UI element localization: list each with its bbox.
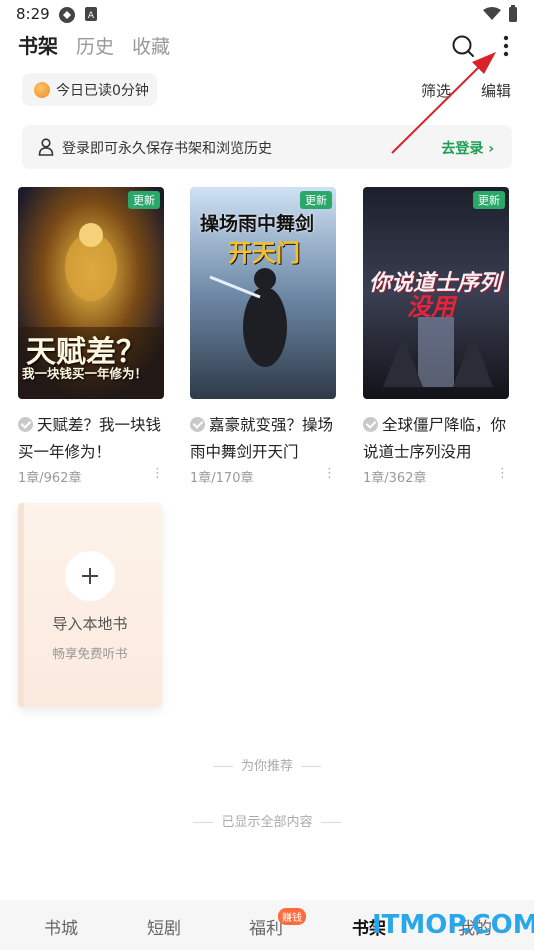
earn-badge: 赚钱 (278, 908, 306, 925)
end-label: 已显示全部内容 (221, 815, 313, 830)
today-reading-text: 今日已读0分钟 (56, 82, 149, 99)
filter-button[interactable]: 筛选 (421, 80, 451, 101)
check-icon (190, 417, 205, 432)
check-icon (363, 417, 378, 432)
book-title-text: 嘉豪就变强？操场雨中舞剑开天门 (190, 416, 334, 461)
book-spine (18, 503, 24, 707)
update-badge: 更新 (300, 191, 332, 209)
book-title[interactable]: 嘉豪就变强？操场雨中舞剑开天门 (190, 412, 336, 466)
more-options-icon[interactable]: ⋮ (496, 466, 509, 481)
book-cover[interactable]: 操场雨中舞剑 开天门 更新 (190, 187, 336, 399)
chevron-right-icon: › (488, 141, 494, 157)
login-button-label: 去登录 (441, 141, 484, 157)
update-badge: 更新 (128, 191, 160, 209)
cover-subtitle-text: 没用 (407, 293, 455, 321)
cover-title-text: 操场雨中舞剑 (200, 213, 315, 235)
search-icon[interactable] (451, 34, 475, 58)
book-title[interactable]: 天赋差？我一块钱买一年修为！ (18, 412, 164, 466)
book-title[interactable]: 全球僵尸降临，你说道士序列没用 (363, 412, 509, 466)
end-divider: 已显示全部内容 (0, 811, 534, 830)
check-icon (18, 417, 33, 432)
user-icon (38, 138, 54, 156)
more-options-icon[interactable]: ⋮ (151, 466, 164, 481)
nav-bookstore[interactable]: 书城 (44, 914, 78, 939)
book-card[interactable]: 你说道士序列 没用 更新 全球僵尸降临，你说道士序列没用 1章/362章 ⋮ (363, 187, 509, 486)
book-progress: 1章/362章 (363, 471, 427, 486)
recommend-label: 为你推荐 (240, 759, 293, 774)
notification-icon: A (85, 7, 97, 21)
more-options-icon[interactable]: ⋮ (323, 466, 336, 481)
book-title-text: 全球僵尸降临，你说道士序列没用 (363, 416, 507, 461)
add-icon[interactable] (65, 551, 115, 601)
battery-icon (509, 5, 517, 22)
more-vertical-icon[interactable] (500, 34, 512, 58)
svg-text:A: A (88, 11, 95, 21)
cover-subtitle-text: 我一块钱买一年修为！ (22, 366, 148, 381)
tab-bookshelf[interactable]: 书架 (18, 30, 58, 59)
edit-button[interactable]: 编辑 (481, 80, 511, 101)
wifi-icon (483, 7, 501, 20)
tab-favorites[interactable]: 收藏 (132, 32, 170, 59)
import-subtitle: 畅享免费听书 (52, 646, 128, 661)
cover-subtitle-text: 开天门 (228, 239, 300, 267)
book-progress: 1章/170章 (190, 471, 254, 486)
book-progress: 1章/962章 (18, 471, 82, 486)
login-button[interactable]: 去登录 › (441, 138, 494, 158)
app-status-icon (59, 7, 75, 23)
status-time: 8:29 (16, 5, 50, 23)
book-title-text: 天赋差？我一块钱买一年修为！ (18, 416, 162, 461)
book-cover[interactable]: 你说道士序列 没用 更新 (363, 187, 509, 399)
recommend-divider: 为你推荐 (0, 755, 534, 774)
login-prompt-text: 登录即可永久保存书架和浏览历史 (62, 141, 272, 157)
header-tabs: 书架 历史 收藏 (18, 30, 188, 60)
import-local-book-card[interactable]: 导入本地书 畅享免费听书 (18, 503, 162, 707)
login-banner[interactable]: 登录即可永久保存书架和浏览历史 去登录 › (22, 125, 512, 169)
watermark: ITMOP.COM (372, 910, 534, 940)
status-bar: 8:29 A (0, 0, 534, 28)
today-reading-pill[interactable]: 今日已读0分钟 (22, 73, 157, 106)
book-card[interactable]: 天赋差？ 我一块钱买一年修为！ 更新 天赋差？我一块钱买一年修为！ 1章/962… (18, 187, 164, 486)
coin-icon (34, 81, 50, 98)
nav-short-drama[interactable]: 短剧 (147, 914, 181, 939)
tab-history[interactable]: 历史 (76, 32, 114, 59)
import-title: 导入本地书 (52, 615, 128, 633)
book-card[interactable]: 操场雨中舞剑 开天门 更新 嘉豪就变强？操场雨中舞剑开天门 1章/170章 ⋮ (190, 187, 336, 486)
update-badge: 更新 (473, 191, 505, 209)
book-cover[interactable]: 天赋差？ 我一块钱买一年修为！ 更新 (18, 187, 164, 399)
